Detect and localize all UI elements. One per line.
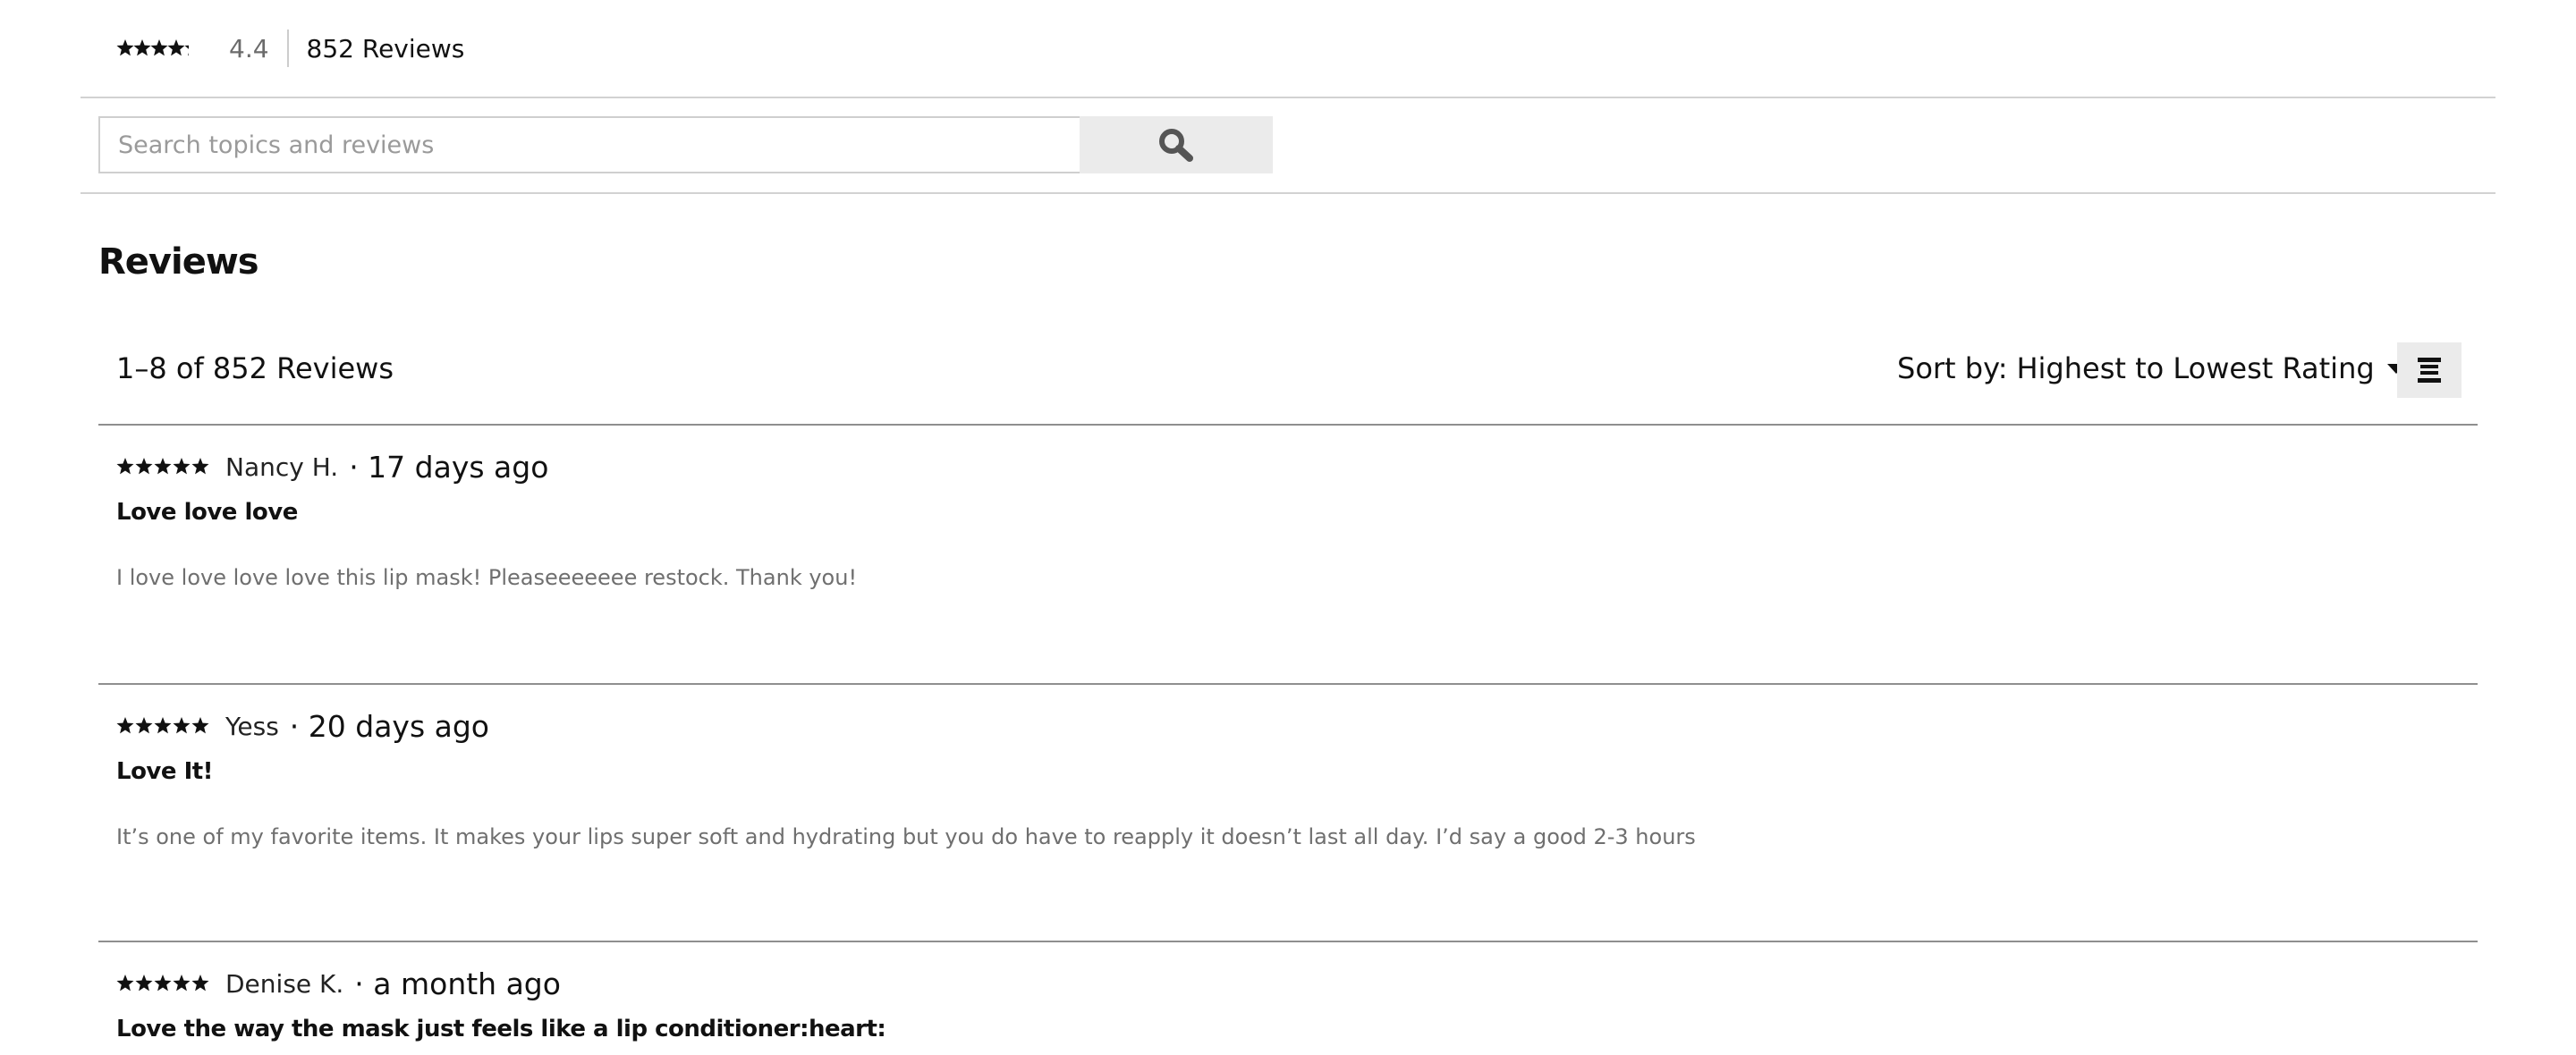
review-date: · 20 days ago [289,708,489,744]
five-star-icon [116,458,209,475]
review-item: Yess · 20 days ago Love It! It’s one of … [116,706,2442,850]
sort-label: Sort by: [1897,351,2008,385]
review-date: · 17 days ago [349,449,549,485]
list-divider [98,424,2478,426]
review-divider [98,941,2478,942]
review-item: Denise K. · a month ago Love the way the… [116,964,2442,1043]
review-author: Nancy H. [225,452,339,482]
search-button[interactable] [1080,116,1273,173]
search-divider [80,192,2496,194]
review-meta: Denise K. · a month ago [116,964,2442,1003]
five-star-icon [116,975,209,992]
review-count: 1–8 of 852 Reviews [116,351,394,385]
review-title: Love the way the mask just feels like a … [116,1016,886,1042]
review-author: Denise K. [225,968,344,999]
rating-stars [116,37,202,60]
search-icon [1159,129,1193,162]
reviews-heading: Reviews [98,241,259,283]
total-reviews-link[interactable]: 852 Reviews [307,34,465,63]
review-body: It’s one of my favorite items. It makes … [116,824,1696,849]
top-divider [80,97,2496,98]
average-rating: 4.4 [229,33,269,63]
review-title: Love love love [116,499,298,526]
sort-dropdown[interactable]: Sort by: Highest to Lowest Rating [1897,351,2405,385]
review-meta: Yess · 20 days ago [116,706,2442,746]
search-field[interactable] [98,116,1080,173]
review-body: I love love love love this lip mask! Ple… [116,565,858,590]
list-view-icon [2418,358,2441,383]
search-input[interactable] [118,118,1080,172]
star-rating-icon [116,39,189,56]
review-title: Love It! [116,758,214,785]
review-item: Nancy H. · 17 days ago Love love love I … [116,447,2442,591]
review-meta: Nancy H. · 17 days ago [116,447,2442,486]
summary-divider [286,30,289,67]
view-toggle-button[interactable] [2397,342,2462,398]
review-divider [98,683,2478,685]
five-star-icon [116,717,209,734]
sort-value: Highest to Lowest Rating [2016,351,2375,385]
review-author: Yess [225,711,279,741]
rating-summary: 4.4 852 Reviews [116,23,464,73]
review-date: · a month ago [354,966,561,1001]
